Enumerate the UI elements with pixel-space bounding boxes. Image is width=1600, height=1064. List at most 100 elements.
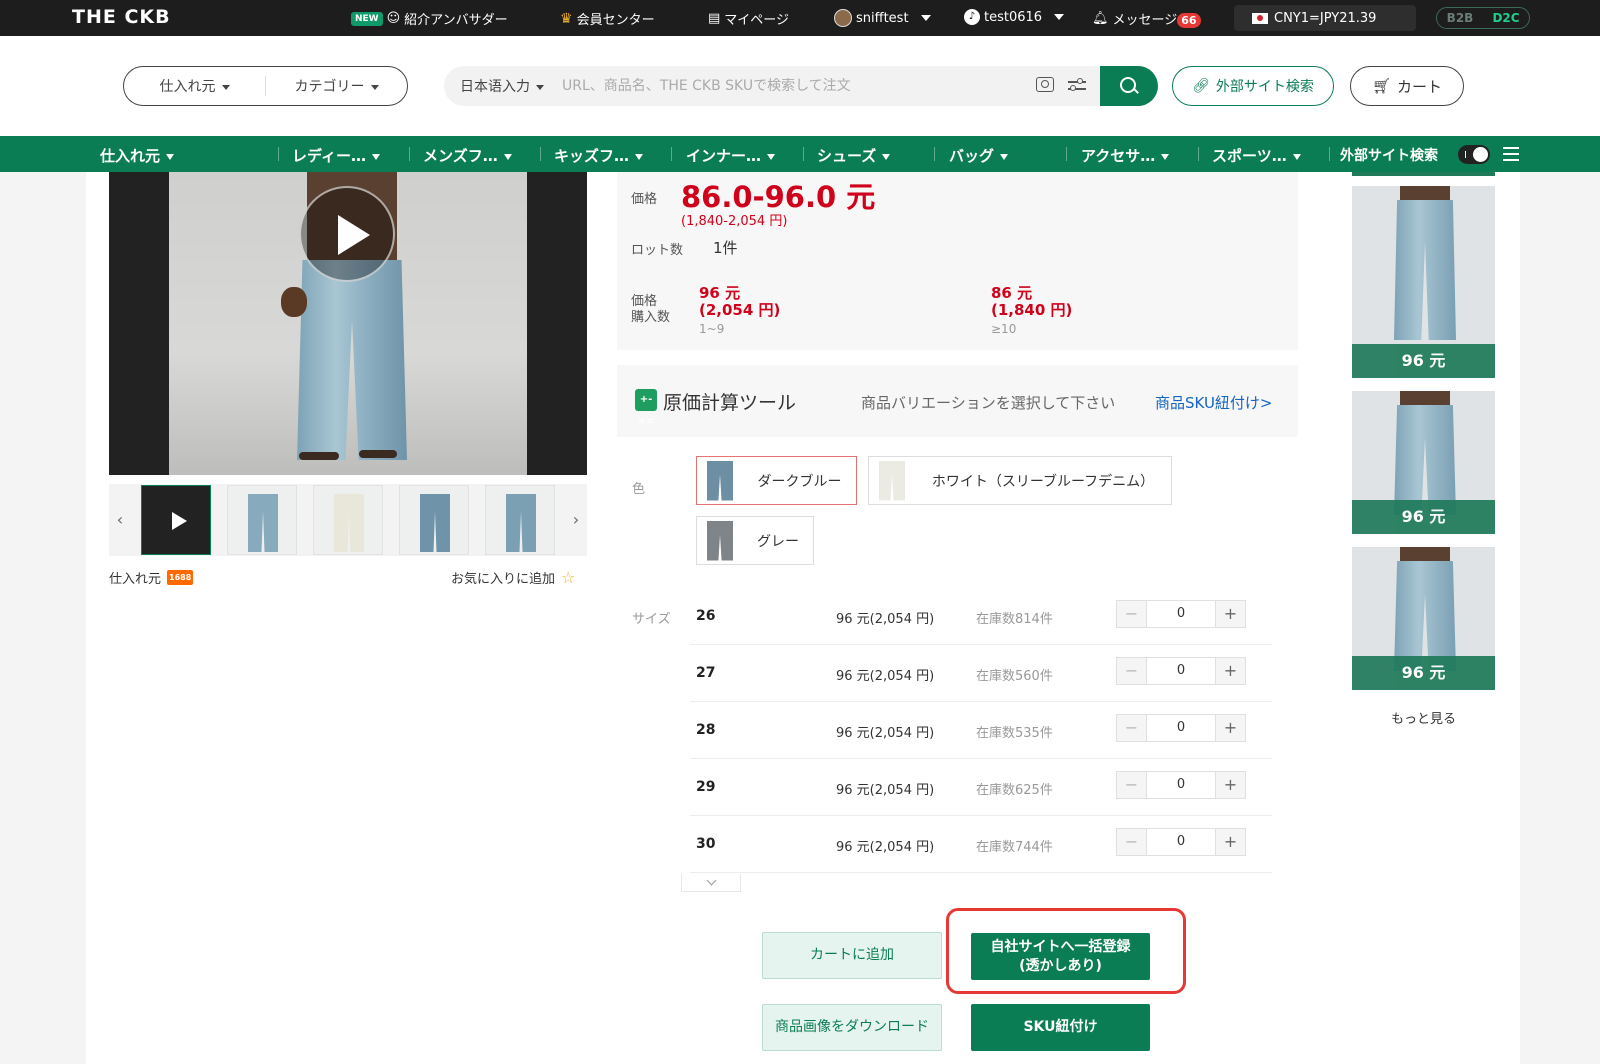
mode-d2c[interactable]: D2C [1483,8,1529,28]
calculator-title: 原価計算ツール [663,392,797,414]
color-option-label: ダークブルー [757,473,842,490]
ambassador-link[interactable]: NEW ☺ 紹介アンバサダー [351,9,508,28]
thumbnail[interactable] [399,485,469,555]
thumbnail-video[interactable] [141,485,211,555]
recommendation-price: 96 元 [1352,500,1495,534]
source-info: 仕入れ元 1688 [109,568,194,587]
filter-icon[interactable] [1068,78,1086,92]
quantity-input[interactable]: 0 [1146,715,1216,741]
nav-divider [803,147,804,161]
decrement-button[interactable]: − [1117,601,1146,627]
menu-icon[interactable] [1503,147,1519,162]
increment-button[interactable]: + [1216,601,1245,627]
user1-dropdown[interactable]: snifftest [834,9,931,27]
camera-icon[interactable] [1036,77,1054,92]
increment-button[interactable]: + [1216,658,1245,684]
nav-item-accessories[interactable]: アクセサ… [1081,145,1170,166]
recommendation-card[interactable]: 96 元 [1352,186,1495,378]
messages-link[interactable]: 🔔︎ メッセージ 66 [1092,9,1201,28]
tier-price-cny: 96 元 [699,284,741,302]
search-button[interactable] [1100,66,1158,106]
nav-item-kids[interactable]: キッズフ… [554,145,644,166]
user2-label: test0616 [984,9,1043,25]
nav-item-shoes[interactable]: シューズ [817,145,891,166]
price-label: 価格 [631,192,658,207]
input-language-select[interactable]: 日本语入力 [444,76,562,96]
decrement-button[interactable]: − [1117,772,1146,798]
product-video[interactable] [109,172,587,475]
cart-button[interactable]: 🛒︎ カート [1350,66,1464,106]
size-value: 28 [696,722,716,738]
quantity-input[interactable]: 0 [1146,601,1216,627]
price-block: 価格 86.0-96.0 元 (1,840-2,054 円) ロット数 1件 価… [617,172,1298,350]
member-center-link[interactable]: ♛ 会員センター [560,9,655,29]
color-option-gray[interactable]: グレー [696,516,814,565]
chevron-down-icon [920,15,931,21]
recommendation-price: 96 元 [1352,344,1495,378]
expand-sizes-button[interactable] [681,874,741,892]
size-row: 28 96 元(2,054 円) 在庫数535件 − 0 + [690,702,1272,759]
thumbnail[interactable] [485,485,555,555]
increment-button[interactable]: + [1216,715,1245,741]
play-icon[interactable] [299,186,395,282]
size-stock: 在庫数744件 [976,840,1053,855]
exchange-rate[interactable]: CNY1=JPY21.39 [1234,5,1416,31]
mypage-link[interactable]: ▤ マイページ [708,9,789,28]
nav-divider [934,147,935,161]
search-input[interactable] [562,78,1022,94]
link-icon: 🔗︎ [1192,78,1210,94]
mode-b2b[interactable]: B2B [1437,8,1483,28]
nav-item-source[interactable]: 仕入れ元 [100,145,175,166]
logo[interactable]: THE CKB [72,6,171,28]
nav-divider [278,147,279,161]
recommendation-card[interactable]: 96 元 [1352,391,1495,534]
tier-price-jpy: (2,054 円) [699,301,781,319]
source-select[interactable]: 仕入れ元 [124,76,265,96]
nav-item-mens[interactable]: メンズフ… [423,145,512,166]
thumbnail[interactable] [313,485,383,555]
thumbnail-strip: ‹ › [109,484,587,556]
thumbnail[interactable] [227,485,297,555]
color-option-dark-blue[interactable]: ダークブルー [696,456,857,505]
quantity-stepper: − 0 + [1116,714,1246,742]
nav-item-ladies[interactable]: レディー… [292,145,380,166]
chevron-down-icon [1054,14,1065,20]
external-search-button[interactable]: 🔗︎ 外部サイト検索 [1172,66,1334,106]
caret-down-icon [1161,153,1170,160]
see-more-link[interactable]: もっと見る [1352,708,1495,727]
color-option-white[interactable]: ホワイト（スリーブルーフデニム） [868,456,1172,505]
tier-price-label: 価格 [631,294,658,309]
calculator-icon: +-×= [635,389,657,427]
decrement-button[interactable]: − [1117,658,1146,684]
sku-link-button[interactable]: SKU紐付け [971,1004,1150,1051]
increment-button[interactable]: + [1216,829,1245,855]
quantity-input[interactable]: 0 [1146,772,1216,798]
nav-item-inner[interactable]: インナー… [686,145,776,166]
crown-icon: ♛ [560,10,573,27]
category-select[interactable]: カテゴリー [266,76,407,96]
mode-switch[interactable]: B2B D2C [1436,7,1530,29]
recommendation-card[interactable]: 96 元 [1352,547,1495,690]
decrement-button[interactable]: − [1117,715,1146,741]
caret-down-icon [882,153,891,160]
quantity-input[interactable]: 0 [1146,658,1216,684]
chevron-right-icon[interactable]: › [565,484,587,556]
user2-dropdown[interactable]: ♪ test0616 [964,9,1065,25]
quantity-input[interactable]: 0 [1146,829,1216,855]
sku-link[interactable]: 商品SKU紐付け> [1155,392,1273,413]
add-to-cart-button[interactable]: カートに追加 [762,932,942,979]
decrement-button[interactable]: − [1117,829,1146,855]
size-stock: 在庫数535件 [976,726,1053,741]
nav-item-sports[interactable]: スポーツ… [1212,145,1301,166]
caret-down-icon [371,153,380,160]
chevron-left-icon[interactable]: ‹ [109,484,131,556]
external-search-toggle[interactable] [1458,145,1490,164]
size-row: 29 96 元(2,054 円) 在庫数625件 − 0 + [690,759,1272,816]
favorite-button[interactable]: お気に入りに追加 ☆ [451,568,575,587]
download-images-button[interactable]: 商品画像をダウンロード [762,1004,942,1051]
cart-icon: 🛒︎ [1371,77,1392,95]
nav-divider [409,147,410,161]
nav-item-bags[interactable]: バッグ [949,145,1009,166]
quantity-stepper: − 0 + [1116,657,1246,685]
increment-button[interactable]: + [1216,772,1245,798]
